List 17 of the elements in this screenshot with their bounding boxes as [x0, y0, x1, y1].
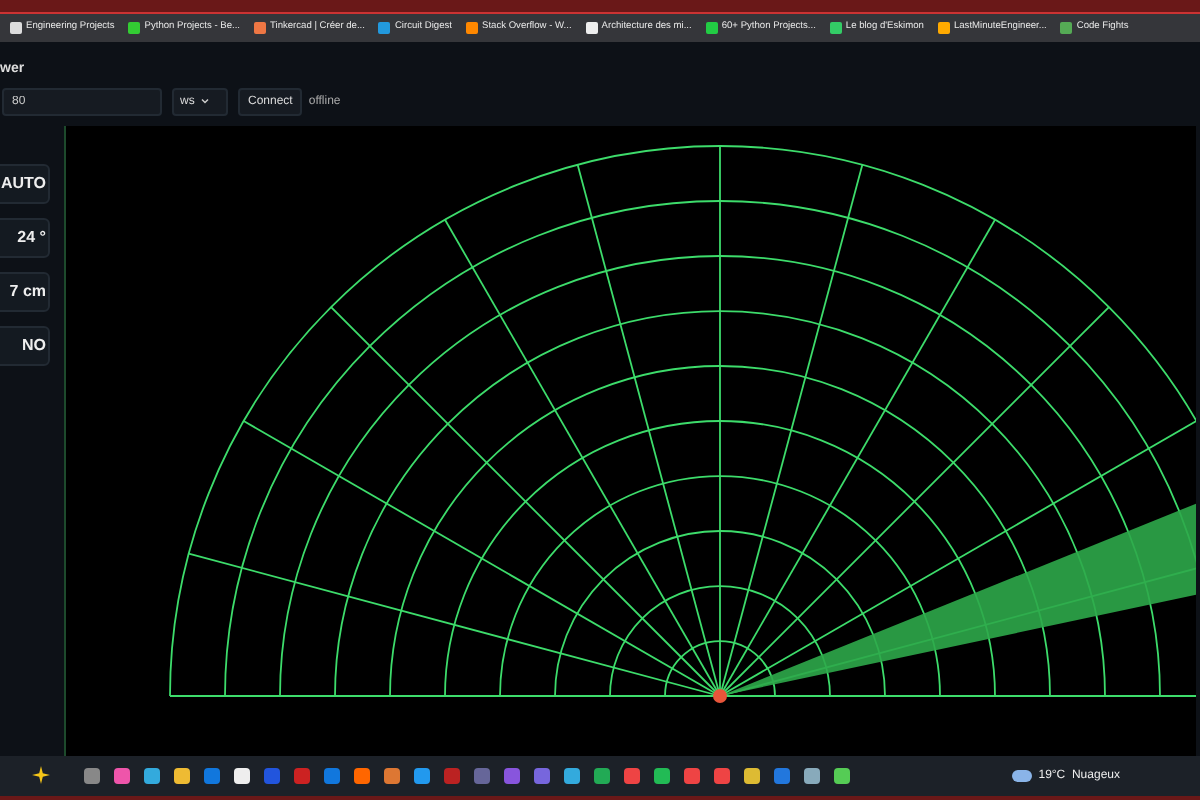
readout-value: AUTO — [0, 163, 50, 204]
bookmark-icon — [128, 21, 141, 34]
readout-value: 7 cm — [0, 271, 50, 312]
bookmark-icon — [466, 21, 478, 34]
bookmark-icon — [937, 21, 950, 34]
chevron-icon — [200, 98, 211, 105]
bookmark-icon — [10, 21, 22, 34]
bookmark-icon — [705, 21, 718, 34]
bookmark-icon — [585, 21, 598, 34]
sparkle-icon[interactable] — [32, 766, 50, 785]
radar-origin-dot — [713, 688, 727, 703]
bookmark-icon — [1060, 21, 1073, 34]
bookmark-icon — [829, 21, 842, 34]
readout-value: 24 ° — [0, 217, 50, 258]
readout-value: NO — [0, 325, 50, 366]
bookmark-icon — [254, 21, 266, 34]
bookmark-icon — [378, 21, 391, 34]
